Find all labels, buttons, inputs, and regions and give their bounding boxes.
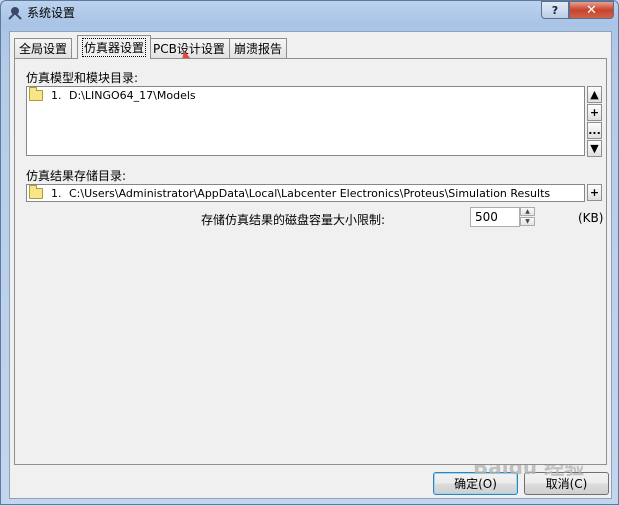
dialog-client-area: 全局设置 仿真器设置 PCB设计设置 崩溃报告 仿真模型和模块目录: 1. D:… (9, 31, 612, 499)
folder-icon (29, 86, 43, 101)
results-dir-label: 仿真结果存储目录: (26, 169, 127, 183)
item-number: 1. (51, 88, 62, 102)
move-down-button[interactable]: ▼ (587, 140, 602, 157)
list-item[interactable]: 1. C:\Users\Administrator\AppData\Local\… (29, 184, 551, 201)
browse-button[interactable]: ... (587, 122, 602, 139)
item-number: 1. (51, 186, 62, 200)
disk-limit-unit: (KB) (578, 211, 604, 225)
move-up-button[interactable]: ▲ (587, 86, 602, 103)
simulator-settings-panel: 仿真模型和模块目录: 1. D:\LINGO64_17\Models ▲ + .… (14, 58, 607, 465)
models-dir-label: 仿真模型和模块目录: (26, 71, 139, 85)
spin-up-button[interactable]: ▲ (520, 207, 535, 216)
results-dir-list[interactable]: 1. C:\Users\Administrator\AppData\Local\… (26, 184, 585, 202)
tab-label: 仿真器设置 (82, 38, 147, 57)
settings-window: 系统设置 ? ✕ 全局设置 仿真器设置 PCB设计设置 崩溃报告 仿真模型和模块… (0, 0, 619, 505)
spin-down-button[interactable]: ▼ (520, 217, 535, 226)
add-model-dir-button[interactable]: + (587, 104, 602, 121)
add-results-dir-button[interactable]: + (587, 184, 602, 201)
item-path: D:\LINGO64_17\Models (69, 88, 196, 102)
models-dir-list[interactable]: 1. D:\LINGO64_17\Models (26, 86, 585, 156)
list-item[interactable]: 1. D:\LINGO64_17\Models (29, 86, 196, 103)
folder-icon (29, 184, 43, 199)
tab-simulator-settings[interactable]: 仿真器设置 (77, 35, 152, 59)
item-path: C:\Users\Administrator\AppData\Local\Lab… (69, 186, 551, 200)
disk-limit-input[interactable]: 500 (470, 207, 520, 227)
disk-limit-label: 存储仿真结果的磁盘容量大小限制: (201, 213, 386, 227)
